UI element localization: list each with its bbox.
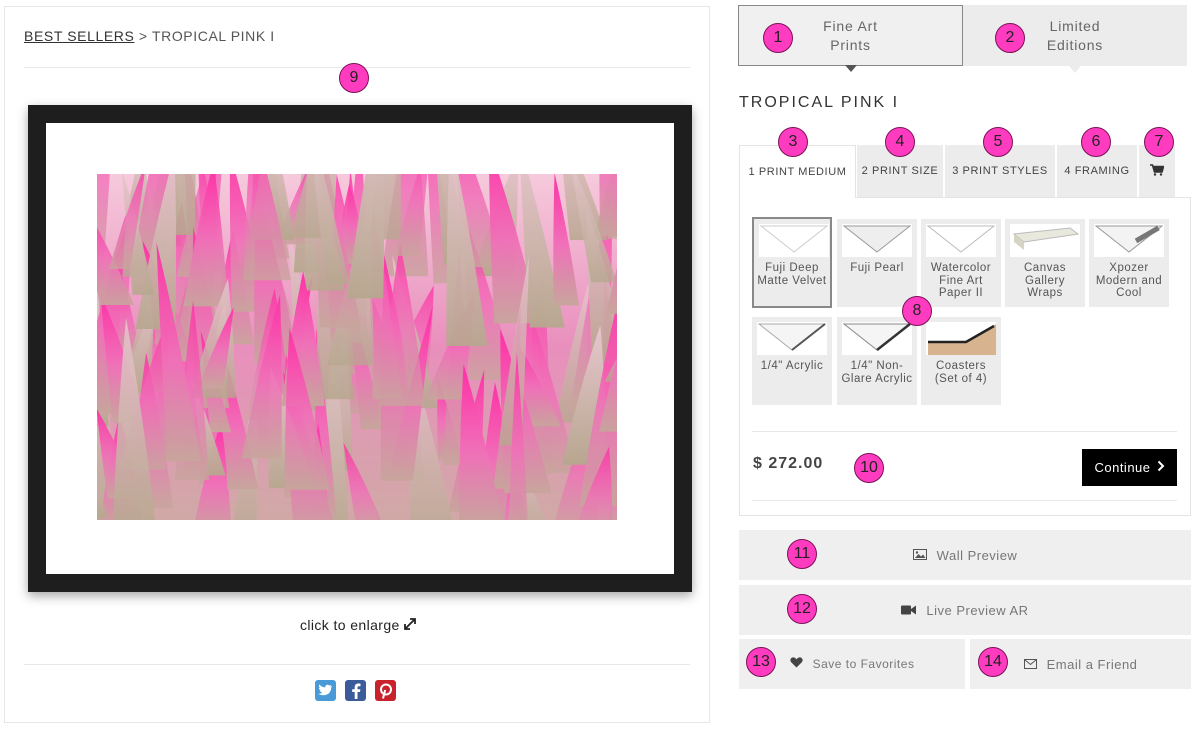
social-share bbox=[315, 680, 396, 701]
media-label: Fuji Pearl bbox=[850, 262, 904, 274]
favorites-label: Save to Favorites bbox=[812, 657, 915, 671]
paper-thumbnail bbox=[842, 224, 912, 257]
tab-pointer bbox=[1069, 66, 1081, 73]
paper-thumbnail bbox=[926, 224, 996, 257]
annotation-badge: 2 bbox=[995, 23, 1025, 53]
media-canvas-gallery-wraps[interactable]: Canvas Gallery Wraps bbox=[1005, 219, 1085, 307]
annotation-badge: 4 bbox=[885, 127, 915, 157]
image-icon bbox=[912, 548, 927, 563]
active-tab-pointer bbox=[844, 65, 857, 72]
divider bbox=[752, 431, 1177, 432]
media-label: Canvas Gallery Wraps bbox=[1024, 262, 1066, 299]
annotation-badge: 13 bbox=[746, 647, 776, 677]
annotation-badge: 5 bbox=[983, 127, 1013, 157]
media-label: Watercolor Fine Art Paper II bbox=[930, 262, 992, 299]
annotation-badge: 8 bbox=[902, 296, 932, 326]
wall-preview-label: Wall Preview bbox=[936, 547, 1018, 563]
media-label: 1/4" Acrylic bbox=[760, 360, 824, 372]
annotation-badge: 3 bbox=[778, 127, 808, 157]
xpozer-thumbnail bbox=[1094, 224, 1164, 257]
heart-icon bbox=[789, 657, 803, 671]
cart-icon bbox=[1150, 163, 1165, 179]
annotation-badge: 1 bbox=[763, 23, 793, 53]
product-title: TROPICAL PINK I bbox=[739, 94, 900, 111]
media-coasters[interactable]: Coasters (Set of 4) bbox=[921, 317, 1001, 405]
tab-print-styles-label: 3 PRINT STYLES bbox=[952, 165, 1048, 177]
tab-print-size-label: 2 PRINT SIZE bbox=[861, 165, 939, 177]
email-label: Email a Friend bbox=[1046, 656, 1138, 672]
facebook-icon[interactable] bbox=[345, 680, 366, 701]
price: $ 272.00 bbox=[753, 455, 824, 472]
divider bbox=[24, 664, 690, 665]
continue-button[interactable]: Continue bbox=[1082, 449, 1177, 486]
annotation-badge: 7 bbox=[1144, 127, 1174, 157]
tab-print-medium-label: 1 PRINT MEDIUM bbox=[748, 166, 847, 178]
media-fuji-deep-matte-velvet[interactable]: Fuji Deep Matte Velvet bbox=[752, 217, 832, 308]
tab-limited-editions-label: Limited Editions bbox=[1046, 17, 1104, 53]
envelope-icon bbox=[1023, 657, 1037, 672]
annotation-badge: 6 bbox=[1081, 127, 1111, 157]
live-preview-label: Live Preview AR bbox=[926, 602, 1029, 618]
twitter-icon[interactable] bbox=[315, 680, 336, 701]
acrylic-thumbnail bbox=[757, 322, 827, 355]
media-label: 1/4" Non-Glare Acrylic bbox=[841, 360, 913, 385]
media-acrylic[interactable]: 1/4" Acrylic bbox=[752, 317, 832, 405]
breadcrumb-current: TROPICAL PINK I bbox=[151, 28, 275, 44]
tab-framing-label: 4 FRAMING bbox=[1064, 165, 1130, 177]
chevron-right-icon bbox=[1157, 460, 1165, 475]
media-label: Coasters (Set of 4) bbox=[934, 360, 988, 385]
media-fuji-pearl[interactable]: Fuji Pearl bbox=[837, 219, 917, 307]
media-non-glare-acrylic[interactable]: 1/4" Non-Glare Acrylic bbox=[837, 317, 917, 405]
annotation-badge: 11 bbox=[787, 539, 817, 569]
divider bbox=[752, 500, 1177, 501]
canvas-thumbnail bbox=[1010, 224, 1080, 257]
click-to-enlarge[interactable]: click to enlarge bbox=[5, 617, 711, 633]
enlarge-label: click to enlarge bbox=[299, 617, 400, 633]
coasters-thumbnail bbox=[926, 322, 996, 355]
acrylic-thumbnail bbox=[842, 322, 912, 355]
annotation-badge: 14 bbox=[978, 647, 1008, 677]
paper-thumbnail bbox=[759, 224, 829, 257]
media-watercolor-paper[interactable]: Watercolor Fine Art Paper II bbox=[921, 219, 1001, 307]
pinterest-icon[interactable] bbox=[375, 680, 396, 701]
artwork-photo[interactable] bbox=[97, 174, 617, 520]
expand-icon bbox=[404, 617, 416, 633]
media-label: Fuji Deep Matte Velvet bbox=[757, 262, 827, 287]
artwork-mat bbox=[46, 123, 674, 574]
video-camera-icon bbox=[901, 603, 917, 618]
tab-fine-art-prints-label: Fine Art Prints bbox=[823, 17, 878, 53]
artwork-panel: BEST SELLERS > TROPICAL PINK I click to … bbox=[4, 6, 710, 723]
annotation-badge: 10 bbox=[854, 453, 884, 483]
media-xpozer[interactable]: Xpozer Modern and Cool bbox=[1089, 219, 1169, 307]
media-label: Xpozer Modern and Cool bbox=[1095, 262, 1163, 299]
annotation-badge: 9 bbox=[339, 63, 369, 93]
continue-label: Continue bbox=[1094, 460, 1151, 475]
breadcrumb: BEST SELLERS > TROPICAL PINK I bbox=[24, 28, 275, 44]
framed-artwork[interactable] bbox=[28, 105, 692, 592]
annotation-badge: 12 bbox=[787, 594, 817, 624]
breadcrumb-separator: > bbox=[134, 28, 152, 44]
breadcrumb-best-sellers-link[interactable]: BEST SELLERS bbox=[24, 28, 134, 44]
